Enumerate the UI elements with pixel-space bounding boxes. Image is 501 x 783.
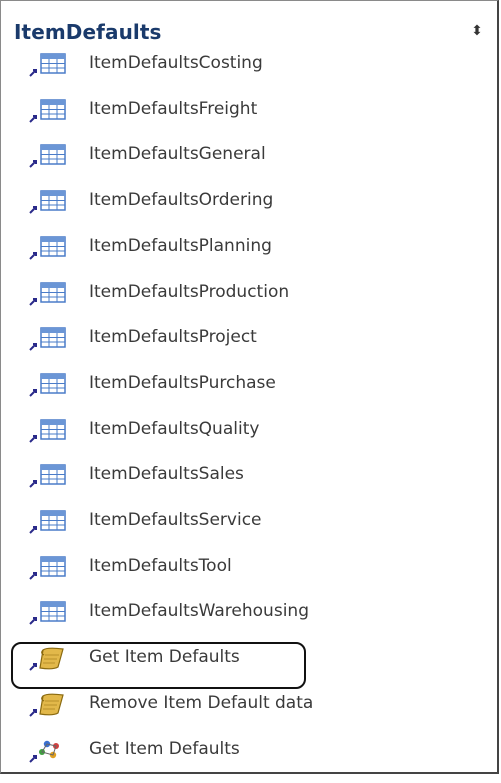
linked-table-icon: [27, 189, 67, 215]
nav-item[interactable]: ItemDefaultsService: [1, 509, 497, 554]
linked-table-icon: [27, 600, 67, 626]
nav-item[interactable]: ItemDefaultsSales: [1, 463, 497, 508]
linked-table-icon: [27, 143, 67, 169]
nav-item-label: ItemDefaultsOrdering: [89, 190, 274, 211]
nav-item-label: ItemDefaultsGeneral: [89, 144, 266, 165]
nav-item-label: ItemDefaultsWarehousing: [89, 601, 309, 622]
nav-item[interactable]: ItemDefaultsTool: [1, 555, 497, 600]
module-people-icon: [27, 738, 67, 764]
linked-table-icon: [27, 98, 67, 124]
navigation-pane-group: ItemDefaults ⬍ ItemDefaultsCosting ItemD…: [0, 0, 499, 774]
nav-item-label: ItemDefaultsCosting: [89, 53, 263, 73]
nav-item[interactable]: ItemDefaultsOrdering: [1, 189, 497, 234]
linked-table-icon: [27, 418, 67, 444]
nav-item-label: ItemDefaultsTool: [89, 555, 232, 576]
nav-item-label: Remove Item Default data: [89, 692, 314, 713]
nav-item-label: ItemDefaultsFreight: [89, 98, 258, 119]
group-header[interactable]: ItemDefaults ⬍: [1, 1, 497, 44]
linked-table-icon: [27, 235, 67, 261]
nav-item-label: ItemDefaultsSales: [89, 464, 244, 485]
nav-item[interactable]: Remove Item Default data: [1, 692, 497, 737]
nav-item-label: Get Item Defaults: [89, 738, 240, 759]
linked-table-icon: [27, 555, 67, 581]
nav-item[interactable]: ItemDefaultsFreight: [1, 98, 497, 143]
nav-item-label: ItemDefaultsService: [89, 510, 262, 530]
nav-item[interactable]: ItemDefaultsQuality: [1, 418, 497, 463]
nav-item-label: ItemDefaultsPurchase: [89, 372, 276, 393]
collapse-chevron-icon[interactable]: ⬍: [469, 23, 485, 39]
linked-table-icon: [27, 463, 67, 489]
nav-item[interactable]: ItemDefaultsProduction: [1, 281, 497, 326]
linked-table-icon: [27, 509, 67, 535]
nav-item[interactable]: ItemDefaultsGeneral: [1, 143, 497, 188]
nav-item-label: ItemDefaultsQuality: [89, 418, 260, 439]
linked-table-icon: [27, 326, 67, 352]
group-title: ItemDefaults: [14, 20, 162, 44]
nav-item[interactable]: ItemDefaultsProject: [1, 326, 497, 371]
nav-item[interactable]: ItemDefaultsCosting: [1, 52, 497, 97]
nav-item[interactable]: ItemDefaultsPlanning: [1, 235, 497, 280]
macro-scroll-icon: [27, 692, 67, 718]
linked-table-icon: [27, 52, 67, 78]
nav-item[interactable]: ItemDefaultsPurchase: [1, 372, 497, 417]
nav-item[interactable]: ItemDefaultsWarehousing: [1, 600, 497, 645]
nav-item-label: ItemDefaultsProject: [89, 327, 257, 348]
linked-table-icon: [27, 372, 67, 398]
highlight-annotation: [11, 642, 306, 689]
linked-table-icon: [27, 281, 67, 307]
nav-item-label: ItemDefaultsPlanning: [89, 235, 272, 256]
nav-item-label: ItemDefaultsProduction: [89, 281, 290, 302]
